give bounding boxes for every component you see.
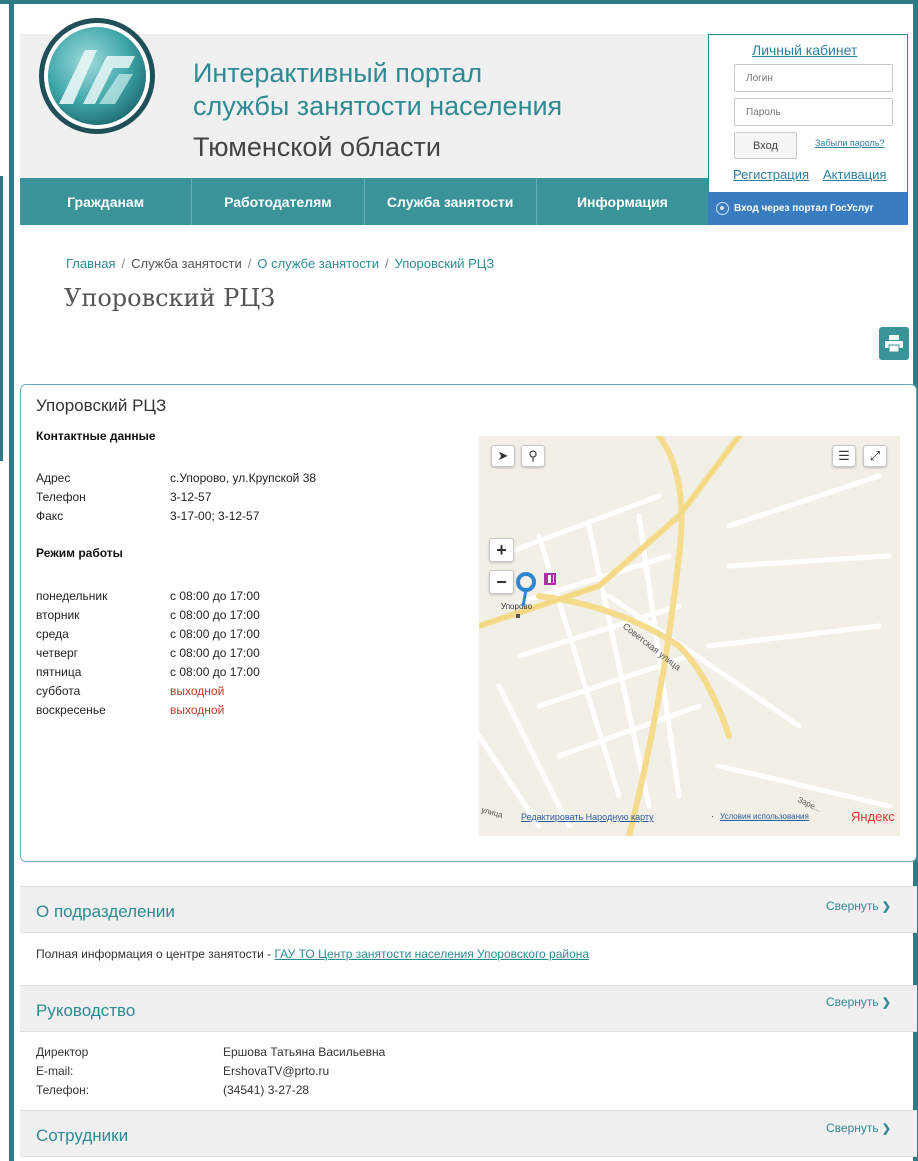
card-title: Упоровский РЦЗ [36,396,167,415]
director-value: Ершова Татьяна Васильевна [223,1045,386,1059]
nav-item-employers[interactable]: Работодателям [192,178,365,225]
contacts-heading: Контактные данные [36,429,156,443]
schedule-hours: с 08:00 до 17:00 [170,589,260,603]
zoom-out-button[interactable]: − [489,570,514,594]
schedule-day: среда [36,627,69,641]
personal-cabinet-link[interactable]: Личный кабинет [752,42,857,58]
chevron-down-icon: ❯ [878,901,891,913]
forgot-password-link[interactable]: Забыли пароль? [815,138,884,148]
side-accent-bar [0,176,3,461]
schedule-day: четверг [36,646,78,660]
map-dot-icon [516,614,520,618]
schedule-hours: с 08:00 до 17:00 [170,665,260,679]
section-management-toggle[interactable]: Свернуть ❯ [826,995,891,1009]
phone-value: (34541) 3-27-28 [223,1083,310,1097]
nav-item-citizens[interactable]: Гражданам [20,178,193,225]
breadcrumb-service: Служба занятости [131,256,242,271]
edit-people-map-link[interactable]: Редактировать Народную карту [521,812,654,822]
layers-icon: ☰ [838,448,850,463]
yandex-logo[interactable]: Яндекс [851,809,895,824]
poi-icon[interactable] [544,573,556,585]
phone-label: Телефон [36,490,86,504]
section-management-header[interactable] [20,985,917,1032]
address-value: с.Упорово, ул.Крупской 38 [170,471,317,485]
frame-left [9,0,14,1161]
layers-button[interactable]: ☰ [832,445,856,467]
schedule-hours: с 08:00 до 17:00 [170,646,260,660]
map-footer-separator: · [711,811,714,821]
map-streets [479,436,892,836]
map-terms-link[interactable]: Условия использования [720,812,809,821]
schedule-day: суббота [36,684,81,698]
zoom-out-icon: − [496,571,507,592]
gosuslugi-label: Вход через портал ГосУслуг [734,203,874,214]
phone-value: 3-12-57 [170,490,212,504]
map-search-button[interactable]: ⚲ [521,445,545,467]
print-icon [885,335,903,352]
section-staff-title[interactable]: Сотрудники [36,1126,128,1146]
section-staff-header[interactable] [20,1110,917,1157]
fax-value: 3-17-00; 3-12-57 [170,509,260,523]
email-value: ErshovaTV@prto.ru [223,1064,330,1078]
section-about-title[interactable]: О подразделении [36,902,175,922]
chevron-down-icon: ❯ [878,997,891,1009]
frame-top [0,0,918,4]
schedule-day-off: выходной [170,703,225,717]
login-input[interactable] [734,64,893,92]
register-link[interactable]: Регистрация [733,167,809,182]
section-management-title[interactable]: Руководство [36,1001,135,1021]
section-about-text: Полная информация о центре занятости - Г… [36,947,590,961]
gosuslugi-icon [716,202,729,215]
schedule-day: пятница [36,665,82,679]
password-input[interactable] [734,98,893,126]
breadcrumb-about-service[interactable]: О службе занятости [257,256,379,271]
page-title: Упоровский РЦЗ [64,284,276,312]
locate-icon: ➤ [497,448,509,463]
schedule-day: вторник [36,608,80,622]
breadcrumb-current[interactable]: Упоровский РЦЗ [395,256,495,271]
activate-link[interactable]: Активация [823,167,886,182]
nav-item-information[interactable]: Информация [537,178,708,225]
search-icon: ⚲ [528,448,538,463]
fullscreen-button[interactable]: ⤢ [863,445,887,467]
logo-emblem[interactable] [37,16,157,136]
site-title-line1: Интерактивный портал [193,58,483,88]
map-pin-icon[interactable] [515,572,537,608]
locate-button[interactable]: ➤ [491,445,515,467]
location-map[interactable]: Упорово Советская улица Заре... улица [479,436,900,836]
nav-item-employment-service[interactable]: Служба занятости [365,178,537,225]
schedule-heading: Режим работы [36,546,123,560]
zoom-in-button[interactable]: + [489,538,514,562]
fax-label: Факс [36,509,64,523]
login-button[interactable]: Вход [734,132,797,159]
phone-label: Телефон: [36,1083,90,1097]
print-button[interactable] [879,327,909,360]
main-nav: Гражданам Работодателям Служба занятости… [20,178,708,225]
email-label: E-mail: [36,1064,74,1078]
gosuslugi-login-button[interactable]: Вход через портал ГосУслуг [708,192,908,225]
breadcrumb: Главная / Служба занятости / О службе занято… [66,256,495,271]
employment-center-link[interactable]: ГАУ ТО Центр занятости населения Упоровс… [274,947,589,961]
schedule-hours: с 08:00 до 17:00 [170,608,260,622]
site-title-line2: службы занятости населения [193,91,563,121]
address-label: Адрес [36,471,71,485]
section-about-toggle[interactable]: Свернуть ❯ [826,899,891,913]
schedule-day: воскресенье [36,703,106,717]
chevron-down-icon: ❯ [878,1123,891,1135]
schedule-hours: с 08:00 до 17:00 [170,627,260,641]
fullscreen-icon: ⤢ [869,448,881,463]
breadcrumb-home[interactable]: Главная [66,256,115,271]
schedule-day-off: выходной [170,684,225,698]
site-title-line3: Тюменской области [193,132,441,162]
director-label: Директор [36,1045,89,1059]
schedule-day: понедельник [36,589,108,603]
section-staff-toggle[interactable]: Свернуть ❯ [826,1121,891,1135]
zoom-in-icon: + [496,539,507,560]
